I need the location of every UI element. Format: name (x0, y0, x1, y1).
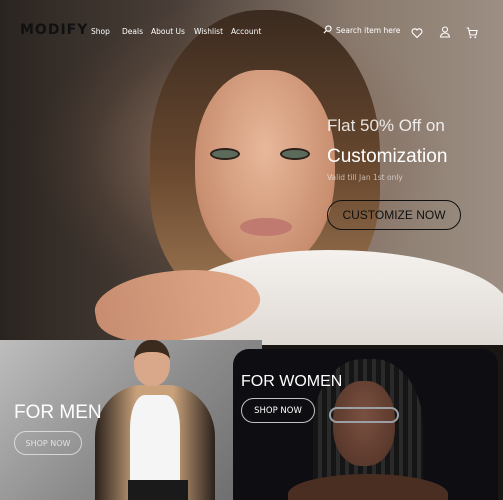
promo-headline: Flat 50% Off on (327, 116, 445, 135)
men-category-title: FOR MEN (14, 402, 102, 423)
women-category-title: FOR WOMEN (241, 373, 343, 390)
search-icon (323, 25, 332, 36)
hero-model-lips (240, 218, 292, 236)
heart-icon[interactable] (411, 24, 423, 39)
hero-model-eye (210, 148, 240, 160)
user-icon[interactable] (439, 23, 451, 38)
nav-item-shop[interactable]: Shop (91, 27, 110, 36)
search-box[interactable]: Search item here (323, 25, 400, 36)
promo-subtext: Valid till Jan 1st only (327, 173, 403, 182)
cart-icon[interactable] (466, 24, 478, 39)
top-navigation: MODIFY Shop Deals About Us Wishlist Acco… (0, 0, 503, 60)
hero-model-face (195, 70, 335, 270)
nav-item-wishlist[interactable]: Wishlist (194, 27, 223, 36)
customize-now-button[interactable]: CUSTOMIZE NOW (327, 200, 461, 230)
men-model-head (134, 340, 170, 386)
women-model-face (333, 381, 395, 466)
women-model-glasses (329, 407, 399, 423)
nav-item-deals[interactable]: Deals (122, 27, 143, 36)
nav-item-about-us[interactable]: About Us (151, 27, 185, 36)
men-shop-now-button[interactable]: SHOP NOW (14, 431, 82, 455)
category-card-women[interactable]: FOR WOMEN SHOP NOW (233, 349, 498, 500)
women-model-shoulder (288, 474, 448, 500)
search-label: Search item here (336, 26, 401, 35)
category-card-men[interactable]: FOR MEN SHOP NOW (0, 340, 262, 500)
men-model-pants (128, 480, 188, 500)
nav-item-account[interactable]: Account (231, 27, 261, 36)
women-shop-now-button[interactable]: SHOP NOW (241, 398, 315, 423)
hero-model-eye (280, 148, 310, 160)
brand-logo[interactable]: MODIFY (20, 22, 88, 38)
promo-headline-2: Customization (327, 146, 448, 167)
